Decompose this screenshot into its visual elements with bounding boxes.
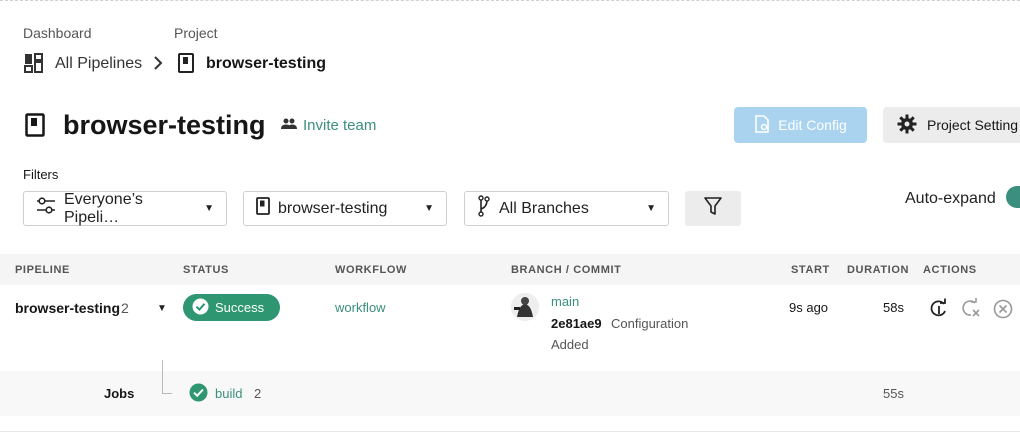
avatar	[511, 293, 539, 321]
project-settings-label: Project Setting	[927, 117, 1019, 133]
caret-down-icon: ▼	[424, 203, 434, 214]
pipelines-filter-value: Everyone’s Pipeli…	[64, 190, 143, 226]
expand-caret-icon[interactable]: ▼	[157, 303, 167, 314]
jobs-row	[0, 371, 1020, 416]
page-title: browser-testing	[63, 110, 266, 140]
breadcrumb-project-name[interactable]: browser-testing	[206, 55, 326, 73]
project-icon	[178, 53, 194, 78]
invite-team-label: Invite team	[303, 117, 377, 134]
column-header-workflow: WORKFLOW	[335, 264, 408, 276]
pipeline-number: 2	[121, 300, 129, 316]
caret-down-icon: ▼	[204, 203, 214, 214]
branch-filter-value: All Branches	[499, 199, 589, 217]
column-header-pipeline: PIPELINE	[15, 264, 70, 276]
file-settings-icon	[754, 114, 770, 136]
commit-message-line-1: Configuration	[611, 316, 689, 331]
auto-expand-label: Auto-expand	[905, 190, 996, 207]
auto-expand-toggle[interactable]	[1006, 186, 1020, 208]
edit-config-button[interactable]: Edit Config	[734, 107, 867, 143]
branch-icon	[477, 195, 491, 222]
people-icon	[281, 117, 297, 134]
workflow-link[interactable]: workflow	[335, 300, 386, 315]
funnel-icon	[704, 196, 722, 221]
top-divider	[0, 0, 1020, 1]
branch-link[interactable]: main	[551, 294, 579, 309]
dashboard-icon	[24, 53, 44, 73]
chevron-right-icon	[152, 56, 164, 75]
project-filter-value: browser-testing	[278, 199, 388, 217]
branch-filter-dropdown[interactable]: All Branches ▼	[464, 191, 669, 226]
column-header-branch-commit: BRANCH / COMMIT	[511, 264, 622, 276]
project-title-icon	[25, 113, 45, 142]
advanced-filter-button[interactable]	[685, 191, 741, 226]
project-settings-button[interactable]: Project Setting	[883, 107, 1020, 143]
column-header-actions: ACTIONS	[923, 264, 977, 276]
job-link[interactable]: build	[215, 386, 242, 401]
breadcrumb-project-label: Project	[174, 25, 218, 41]
pipelines-filter-dropdown[interactable]: Everyone’s Pipeli… ▼	[23, 191, 227, 226]
cancel-icon[interactable]	[993, 299, 1013, 324]
caret-down-icon: ▼	[646, 203, 656, 214]
job-number: 2	[254, 386, 262, 401]
invite-team-link[interactable]: Invite team	[281, 117, 376, 134]
project-icon	[256, 197, 270, 220]
check-circle-icon	[189, 383, 208, 407]
status-badge[interactable]: Success	[183, 294, 280, 321]
sliders-icon	[36, 197, 56, 220]
project-filter-dropdown[interactable]: browser-testing ▼	[243, 191, 447, 226]
rerun-icon[interactable]	[929, 298, 949, 323]
job-duration: 55s	[883, 386, 904, 401]
pipeline-name[interactable]: browser-testing	[15, 300, 120, 316]
start-time: 9s ago	[789, 300, 829, 315]
column-header-start: START	[791, 264, 830, 276]
commit-hash[interactable]: 2e81ae9	[551, 316, 602, 331]
check-circle-icon	[192, 298, 209, 318]
breadcrumb-all-pipelines[interactable]: All Pipelines	[55, 55, 142, 73]
column-header-duration: DURATION	[847, 264, 910, 276]
jobs-label: Jobs	[104, 386, 135, 401]
tree-connector	[162, 360, 172, 394]
filters-label: Filters	[23, 167, 59, 182]
commit-message-line-2: Added	[551, 337, 589, 352]
status-label: Success	[215, 300, 265, 315]
gear-icon	[897, 114, 917, 137]
rerun-failed-icon[interactable]	[961, 298, 981, 323]
duration: 58s	[883, 300, 904, 315]
edit-config-label: Edit Config	[778, 117, 847, 133]
breadcrumb-dashboard-label: Dashboard	[23, 25, 92, 41]
column-header-status: STATUS	[183, 264, 229, 276]
